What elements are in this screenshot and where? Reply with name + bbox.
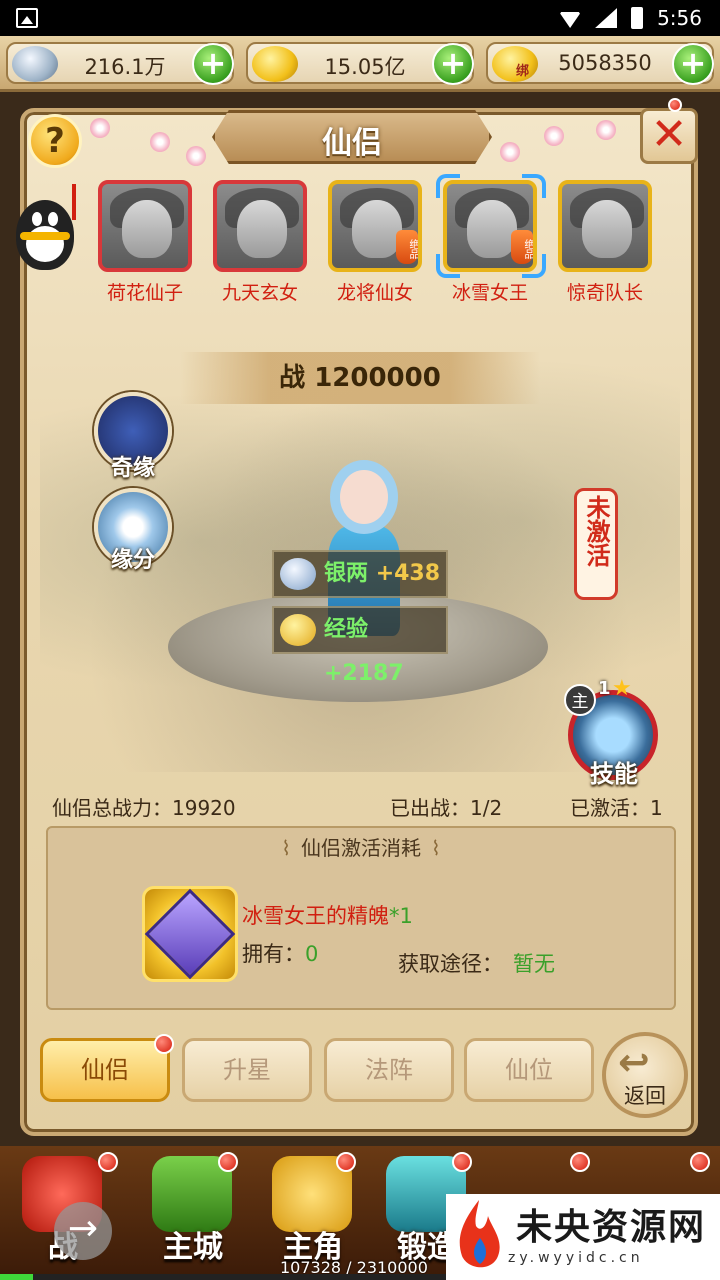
hero-portrait [98,180,192,272]
activated-stat: 已激活：1 [570,796,663,820]
silver-reward: 银两 +438 [272,550,448,598]
selected-hero-indicator [436,174,546,278]
rarity-badge: 绝品 [396,230,418,264]
qq-penguin-icon[interactable] [10,196,80,274]
flame-logo-icon [459,1200,500,1268]
currency-bar: 216.1万 + 15.05亿 + 绑 5058350 + [0,36,720,92]
exp-progress-fill [0,1274,34,1280]
wifi-icon [559,12,582,28]
nav-label: 主城 [163,1230,223,1265]
star-icon: ★ [612,676,632,701]
status-time: 5:56 [657,6,702,30]
bound-tag: 绑 [516,64,530,79]
exp-reward: 经验 +2187 [272,606,448,686]
help-button[interactable]: ? [28,114,82,168]
acquire-source: 获取途径： 暂无 [398,952,555,976]
hero-card-1[interactable]: 荷花仙子 [98,180,192,305]
hero-card-3[interactable]: 绝品 龙将仙女 [328,180,422,305]
bond-label: 缘分 [110,548,155,573]
hero-portrait [213,180,307,272]
inactive-status-tag: 未激活 [574,488,618,600]
hero-name: 龙将仙女 [336,282,413,304]
back-arrow-icon: ↩ [618,1040,650,1084]
blossom-decoration [544,126,564,146]
status-bar: 5:56 [0,0,720,36]
nav-notification-dot [452,1152,472,1172]
image-notification-icon [16,8,38,28]
gold-currency: 15.05亿 + [246,42,474,85]
blossom-decoration [186,146,206,166]
total-power-stat: 仙侣总战力：19920 [52,796,236,820]
inactive-text: 未激活 [582,495,610,567]
silver-icon [280,558,316,590]
add-gold-button[interactable]: + [432,43,474,85]
blossom-decoration [90,118,110,138]
close-notification-dot [668,98,682,112]
hero-name: 冰雪女王 [451,282,528,304]
bound-gold-currency: 绑 5058350 + [486,42,714,85]
silver-ingot-icon [12,46,58,82]
battery-icon [631,7,644,29]
item-name: 冰雪女王的精魄*1 [242,904,413,928]
silver-reward-text: 银两 +438 [324,561,441,586]
blossom-decoration [500,142,520,162]
expand-arrow-button[interactable]: → [54,1202,112,1260]
tab-star-up[interactable]: 升星 [182,1038,312,1102]
hero-portrait [558,180,652,272]
blossom-decoration [596,120,616,140]
nav-notification-dot [98,1152,118,1172]
cost-title: 仙侣激活消耗 [46,832,676,861]
blossom-decoration [150,132,170,152]
hero-card-5[interactable]: 惊奇队长 [558,180,652,305]
gold-ingot-icon [252,46,298,82]
add-bound-gold-button[interactable]: + [672,43,714,85]
hero-portrait: 绝品 [328,180,422,272]
skill-main-badge: 主 [564,684,596,716]
skill-level: 1 [598,678,611,699]
hero-name: 惊奇队长 [566,282,643,304]
nav-notification-dot [218,1152,238,1172]
hero-name: 荷花仙子 [106,282,183,304]
watermark-url: zy.wyyidc.cn [508,1250,644,1266]
panel-title: 仙侣 [322,126,382,161]
add-silver-button[interactable]: + [192,43,234,85]
hero-name: 九天玄女 [221,282,298,304]
nav-notification-dot [336,1152,356,1172]
tab-formation[interactable]: 法阵 [324,1038,454,1102]
deployed-stat: 已出战：1/2 [390,796,503,820]
hero-card-2[interactable]: 九天玄女 [213,180,307,305]
silver-currency: 216.1万 + [6,42,234,85]
scroll-marker [72,184,76,220]
fate-label: 奇缘 [110,456,155,481]
nav-notification-dot [570,1152,590,1172]
exp-icon [280,614,316,646]
gold-value: 15.05亿 [324,55,406,79]
owned-count: 拥有：0 [242,942,319,966]
tab-companion[interactable]: 仙侣 [40,1038,170,1102]
signal-icon [595,8,618,28]
bound-gold-value: 5058350 [558,51,652,75]
nav-notification-dot [690,1152,710,1172]
silver-value: 216.1万 [84,55,166,79]
exp-reward-text: 经验 +2187 [324,617,404,686]
tab-notification-dot [154,1034,174,1054]
watermark-title: 未央资源网 [516,1207,707,1248]
close-button[interactable]: ✕ [640,108,698,164]
combat-power: 战 1200000 [180,352,540,404]
skill-label: 技能 [590,760,638,788]
tab-rank[interactable]: 仙位 [464,1038,594,1102]
bound-gold-icon: 绑 [492,46,538,82]
back-label: 返回 [624,1084,666,1108]
